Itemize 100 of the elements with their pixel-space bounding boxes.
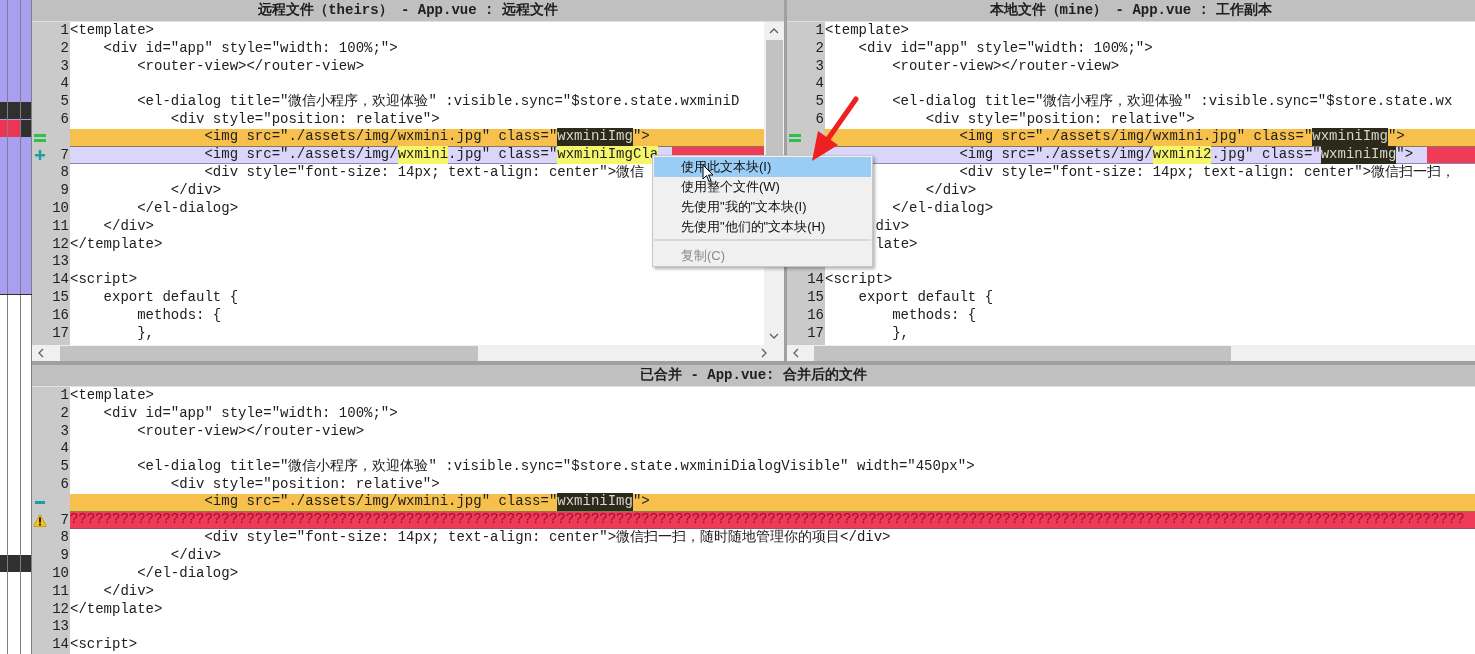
line-number: 10 — [52, 564, 69, 583]
line-number: 1 — [815, 22, 824, 40]
code-text: <el-dialog title="微信小程序，欢迎体验" :visible.sync="$store.state.wxminiDialogVisible" width="450px"> — [137, 458, 975, 476]
code-text: </template> — [70, 600, 163, 619]
code-text: </div> — [170, 547, 222, 565]
code-text: <el-dialog title="微信小程序，欢迎体验" :visible.sync="$store.state.wxminiD — [137, 93, 740, 111]
code-text: <div style="position: relative"> — [170, 111, 440, 129]
line-number: 13 — [52, 253, 69, 272]
line-number: 8 — [60, 164, 69, 183]
code-text: late> — [875, 235, 918, 254]
scroll-down-icon — [769, 332, 779, 340]
menu-item[interactable]: 先使用"他们的"文本块(H) — [654, 217, 871, 237]
line-number: 2 — [815, 39, 824, 58]
code-text: <template> — [70, 387, 154, 405]
code-text: <script> — [825, 271, 893, 289]
scroll-right-icon — [760, 348, 768, 358]
code-text: </el-dialog> — [137, 564, 239, 583]
code-text: </el-dialog> — [892, 199, 994, 218]
line-number: 1 — [60, 387, 69, 405]
warning-icon — [32, 513, 47, 527]
line-number: 3 — [60, 57, 69, 76]
line-number: 14 — [52, 271, 69, 289]
line-number: 10 — [52, 199, 69, 218]
code-text: </div> — [925, 182, 977, 200]
line-number: 11 — [52, 217, 69, 236]
code-text: <template> — [70, 22, 154, 40]
line-number: 13 — [52, 618, 69, 637]
code-text: .jpg" class=" — [1211, 146, 1321, 164]
code-text: <div id="app" style="width: 100%;"> — [103, 404, 398, 423]
highlighted-text: wxminiImg — [1312, 128, 1388, 147]
code-text: }, — [137, 324, 155, 343]
line-number: 5 — [60, 458, 69, 476]
line-number: 4 — [60, 75, 69, 94]
code-text: }, — [892, 324, 910, 343]
code-text: <div style="font-size: 14px; text-align: center">微信 — [204, 164, 645, 183]
highlighted-text: wxminiImgCla — [557, 146, 659, 164]
line-number: 17 — [52, 324, 69, 343]
code-text: export default { — [103, 288, 239, 307]
code-text: <router-view></router-view> — [137, 422, 365, 441]
code-text: <template> — [825, 22, 909, 40]
code-text: div> — [875, 217, 910, 236]
plus-icon — [34, 150, 45, 161]
equals-icon — [788, 132, 801, 143]
menu-item[interactable]: 先使用"我的"文本块(I) — [654, 197, 871, 217]
highlighted-text: wxminiImg — [557, 493, 633, 512]
line-number: 3 — [60, 422, 69, 441]
code-text: <div id="app" style="width: 100%;"> — [858, 39, 1153, 58]
pane-title: 已合并 - App.vue: 合并后的文件 — [32, 365, 1475, 387]
line-number: 15 — [52, 288, 69, 307]
line-number: 5 — [60, 93, 69, 111]
code-text: "> — [1387, 128, 1405, 147]
scrollbar-thumb[interactable] — [814, 345, 1231, 361]
code-text: "> — [632, 493, 650, 512]
line-number: 2 — [60, 404, 69, 423]
scrollbar-thumb[interactable] — [60, 345, 478, 361]
code-text: <img src="./assets/img/ — [204, 146, 398, 164]
line-number: 15 — [807, 288, 824, 307]
scroll-up-icon — [769, 27, 779, 35]
line-number: 6 — [815, 111, 824, 129]
code-text: export default { — [858, 288, 994, 307]
line-number: 9 — [60, 182, 69, 200]
horizontal-scrollbar[interactable] — [32, 345, 784, 361]
line-number: 8 — [60, 529, 69, 548]
code-text: <div style="position: relative"> — [170, 476, 440, 494]
line-number: 2 — [60, 39, 69, 58]
code-text: </el-dialog> — [137, 199, 239, 218]
code-text: </template> — [70, 235, 163, 254]
scrollbar-thumb[interactable] — [765, 40, 783, 158]
code-text: <el-dialog title="微信小程序，欢迎体验" :visible.sync="$store.state.wx — [892, 93, 1453, 111]
pane-title: 本地文件（mine） - App.vue : 工作副本 — [787, 0, 1475, 22]
code-text: </div> — [103, 217, 155, 236]
line-number: 4 — [60, 440, 69, 459]
line-number: 12 — [52, 600, 69, 619]
code-text: methods: { — [137, 306, 222, 325]
code-text: "> — [632, 128, 650, 147]
minus-icon — [34, 501, 45, 505]
line-number: 16 — [52, 306, 69, 325]
horizontal-scrollbar[interactable] — [787, 345, 1475, 361]
line-number: 3 — [815, 57, 824, 76]
code-text: "> — [1396, 146, 1414, 164]
code-text: <script> — [70, 636, 138, 654]
line-number: 7 — [60, 146, 69, 165]
line-number: 14 — [807, 271, 824, 289]
code-text: </div> — [103, 582, 155, 601]
line-number: 7 — [60, 511, 69, 530]
line-number: 5 — [815, 93, 824, 111]
menu-item[interactable]: 使用整个文件(W) — [654, 177, 871, 197]
equals-icon — [33, 132, 46, 143]
highlighted-text: wxmini2 — [1152, 146, 1212, 164]
line-number: 6 — [60, 476, 69, 494]
line-number: 9 — [60, 547, 69, 565]
line-number: 11 — [52, 582, 69, 601]
highlighted-text: wxmini — [397, 146, 449, 164]
code-text: methods: { — [892, 306, 977, 325]
line-number: 17 — [807, 324, 824, 343]
code-text: <div style="font-size: 14px; text-align: center">微信扫一扫， — [959, 164, 1456, 183]
code-text: ?????????????????????????????????????????????????????????????????????????????????????????????????????????????????????????????????????????????????????????????????????? — [70, 511, 1465, 529]
line-number: 16 — [807, 306, 824, 325]
code-text: <div id="app" style="width: 100%;"> — [103, 39, 398, 58]
code-text: <div style="font-size: 14px; text-align: center">微信扫一扫，随时随地管理你的项目</div> — [204, 529, 891, 548]
